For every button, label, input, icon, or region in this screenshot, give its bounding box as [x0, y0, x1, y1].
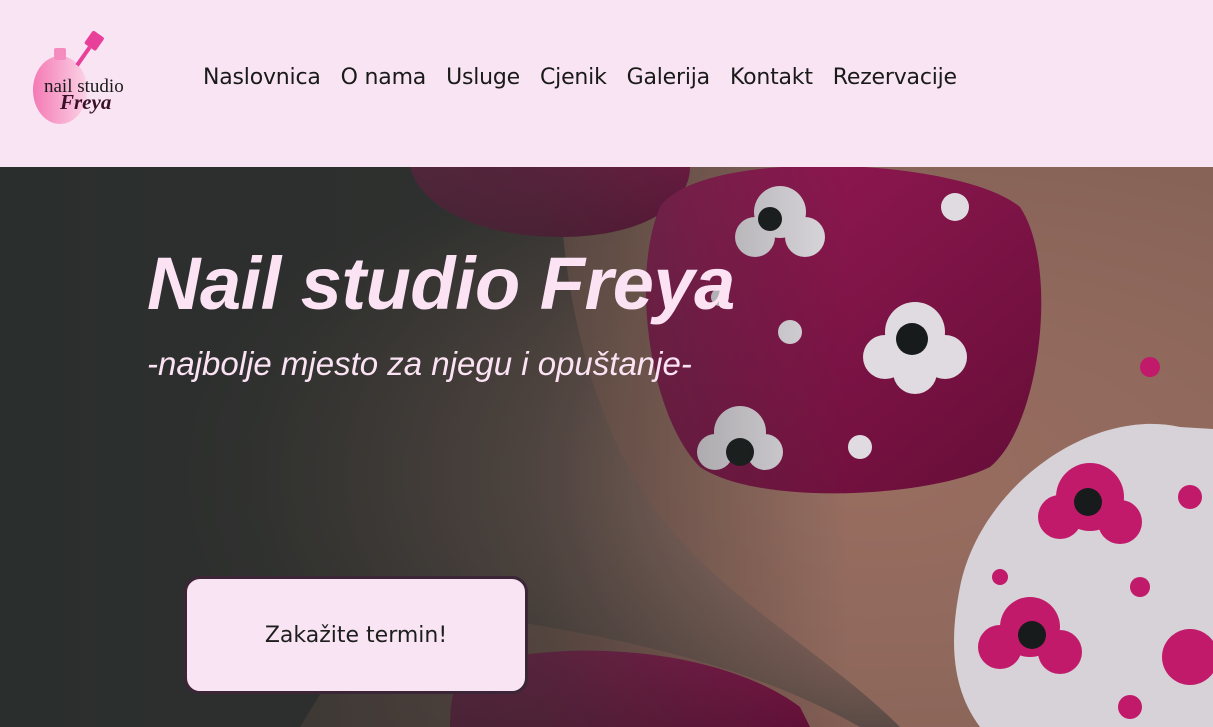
nail-polish-bottle-icon: nail studio Freya: [33, 30, 124, 124]
book-appointment-button[interactable]: Zakažite termin!: [184, 576, 528, 694]
hero-section: Nail studio Freya -najbolje mjesto za nj…: [0, 167, 1213, 727]
nav-item-cjenik[interactable]: Cjenik: [530, 62, 617, 94]
site-header: nail studio Freya Naslovnica O nama Uslu…: [0, 0, 1213, 167]
site-logo[interactable]: nail studio Freya: [30, 30, 155, 128]
nav-item-usluge[interactable]: Usluge: [436, 62, 530, 94]
nav-item-o-nama[interactable]: O nama: [331, 62, 436, 94]
hero-title: Nail studio Freya: [147, 242, 735, 325]
nav-item-galerija[interactable]: Galerija: [617, 62, 720, 94]
hero-subtitle: -najbolje mjesto za njegu i opuštanje-: [147, 345, 692, 382]
svg-text:Freya: Freya: [59, 90, 111, 114]
main-nav: Naslovnica O nama Usluge Cjenik Galerija…: [193, 62, 967, 94]
nav-item-rezervacije[interactable]: Rezervacije: [823, 62, 967, 94]
nav-item-kontakt[interactable]: Kontakt: [720, 62, 823, 94]
nav-item-naslovnica[interactable]: Naslovnica: [193, 62, 331, 94]
